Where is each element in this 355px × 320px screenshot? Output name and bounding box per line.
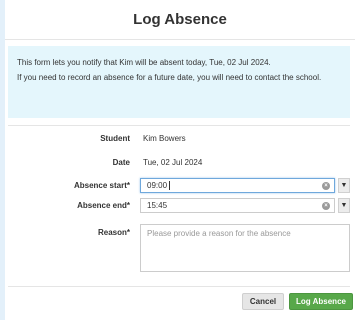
clear-icon[interactable]: ×	[322, 182, 330, 190]
chevron-down-icon[interactable]: ▼	[338, 198, 350, 213]
absence-start-value: 09:00	[147, 181, 168, 190]
info-text-line1: This form lets you notify that Kim will …	[17, 58, 271, 67]
absence-end-label: Absence end*	[77, 201, 130, 210]
dialog-footer: Cancel Log Absence	[8, 286, 353, 320]
info-text-line2: If you need to record an absence for a f…	[17, 73, 322, 82]
dialog-header: Log Absence	[5, 0, 355, 40]
reason-label: Reason*	[97, 228, 130, 237]
date-label: Date	[112, 158, 130, 167]
absence-end-value: 15:45	[147, 201, 168, 210]
date-value: Tue, 02 Jul 2024	[143, 158, 203, 167]
log-absence-button[interactable]: Log Absence	[289, 293, 353, 310]
chevron-down-icon[interactable]: ▼	[338, 178, 350, 193]
cancel-button[interactable]: Cancel	[242, 293, 284, 310]
student-label: Student	[100, 134, 130, 143]
absence-start-row: Absence start* 09:00 × ▼	[8, 178, 350, 194]
reason-textarea[interactable]: Please provide a reason for the absence	[140, 224, 350, 272]
clear-icon[interactable]: ×	[322, 202, 330, 210]
absence-form: Student Kim Bowers Date Tue, 02 Jul 2024…	[8, 125, 350, 285]
absence-end-input[interactable]: 15:45 ×	[140, 198, 335, 213]
info-notice: This form lets you notify that Kim will …	[8, 46, 350, 118]
reason-row: Reason* Please provide a reason for the …	[8, 224, 350, 274]
dialog-title: Log Absence	[133, 11, 227, 28]
absence-start-input[interactable]: 09:00 ×	[140, 178, 335, 193]
absence-start-label: Absence start*	[73, 181, 130, 190]
absence-end-row: Absence end* 15:45 × ▼	[8, 198, 350, 214]
text-cursor	[169, 181, 171, 191]
student-value: Kim Bowers	[143, 134, 186, 143]
